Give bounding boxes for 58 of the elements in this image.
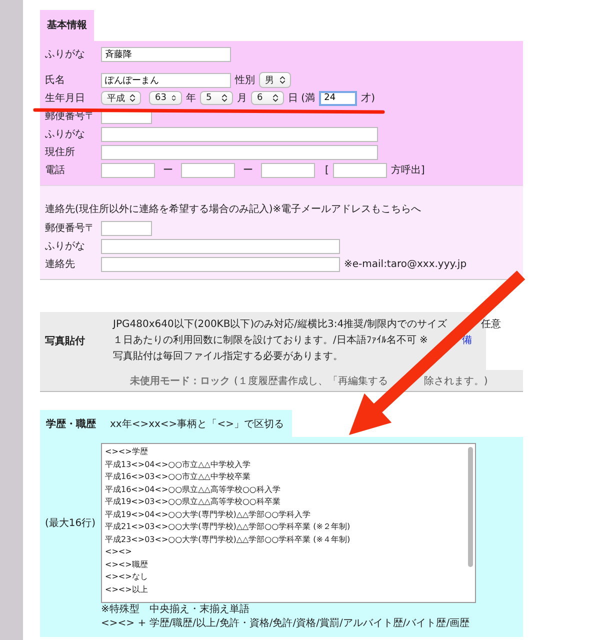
unit-label: 月 <box>237 92 247 105</box>
field-label: 現住所 <box>45 146 76 159</box>
age-input-field[interactable]: 24 <box>319 90 358 106</box>
history-textarea[interactable]: <><>学歴 平成13<>04<>○○市立△△中学校入学 平成16<>03<>○○市立△△中学校卒業 平成16<>04<>○○県立△△高等学校○○科入学 平成19<>03<>○○県立△△高等学校○○科卒業 平成19<>04<>○○大学(専門学校)△△学部○○学科入学 平成21<>03<>○○大学(専門学校)△△学部○○学科卒業 (※２年制) 平成23<>03<>○○大学(専門学校)△△学部○○学科卒業 (※４年制) <><> <><>職歴 <><>なし <><>以上 <box>101 443 476 603</box>
caret-icon <box>273 94 278 102</box>
field-label: ふりがな <box>45 48 86 61</box>
email-hint: ※e-mail:taro@xxx.yyy.jp <box>344 258 467 270</box>
contact-note: 連絡先(現住所以外に連絡を希望する場合のみ記入)※電子メールアドレスもこちらへ <box>45 202 422 216</box>
info-text: １日あたりの利用回数に制限を設けております。/日本語ﾌｧｲﾙ名不可 ※ <box>113 335 428 346</box>
bracket-label: [ <box>325 164 329 176</box>
notes-link[interactable]: 備 <box>462 335 472 346</box>
mode-note: 除されます。) <box>424 374 488 388</box>
field-label: 性別 <box>235 74 255 87</box>
input-field[interactable]: ぽんぽーまん <box>101 72 231 88</box>
unit-label: 才) <box>361 92 375 105</box>
field-label: ふりがな <box>45 240 86 253</box>
dash-separator: ー <box>163 164 173 177</box>
format-note: <><> + 学歴/職歴/以上/免許・資格/免許/資格/賞罰/アルバイト歴/バイト歴/画歴 <box>100 617 471 631</box>
input-field[interactable] <box>261 162 315 178</box>
field-label: 郵便番号〒 <box>45 222 96 235</box>
unit-label: 方呼出] <box>390 164 425 177</box>
input-field[interactable] <box>101 256 340 272</box>
field-label: 電話 <box>45 164 66 177</box>
input-field[interactable]: 斉藤降 <box>101 46 231 62</box>
info-text: JPG480x640以下(200KB以下)のみ対応/縦横比3:4推奨/制限内でのサイズ <box>113 319 447 330</box>
input-field[interactable] <box>332 162 387 178</box>
field-label: 連絡先 <box>45 258 76 271</box>
format-note: ※特殊型 中央揃え・末揃え単語 <box>100 603 250 617</box>
select-dropdown[interactable]: 5 <box>200 91 233 105</box>
section-tab[interactable]: 学歴・職歴 xx年<>xx<>事柄と「<>」で区切る <box>40 410 292 437</box>
field-label: 氏名 <box>45 74 66 87</box>
info-text: 任意 <box>480 319 501 330</box>
input-field[interactable] <box>101 238 340 254</box>
select-dropdown[interactable]: 63 <box>149 91 182 105</box>
caret-icon <box>222 94 227 102</box>
input-field[interactable] <box>181 162 235 178</box>
section-label: 写真貼付 <box>44 334 86 348</box>
input-field[interactable] <box>101 220 152 236</box>
select-dropdown[interactable]: 平成 <box>101 91 141 105</box>
field-label: 生年月日 <box>45 92 86 105</box>
caret-icon <box>280 76 285 84</box>
select-dropdown[interactable]: 6 <box>251 91 284 105</box>
mode-label: 未使用モード：ロック <box>130 374 230 388</box>
caret-icon <box>130 94 135 102</box>
caret-icon <box>172 94 176 102</box>
info-text: 写真貼付は毎回ファイル指定する必要があります。 <box>113 351 343 362</box>
input-field[interactable] <box>101 144 378 160</box>
mode-note: (１度履歴書作成し、「再編集する <box>234 374 388 388</box>
scrollbar[interactable] <box>468 447 473 567</box>
unit-label: 日 (満 <box>288 92 316 105</box>
field-label: (最大16行) <box>45 516 97 530</box>
select-dropdown[interactable]: 男 <box>259 72 291 88</box>
unit-label: 年 <box>186 92 196 105</box>
section-tab[interactable]: 基本情報 <box>40 10 94 41</box>
input-field[interactable] <box>101 126 378 142</box>
dash-separator: ー <box>243 164 253 177</box>
field-label: ふりがな <box>45 128 86 141</box>
input-field[interactable] <box>101 162 155 178</box>
